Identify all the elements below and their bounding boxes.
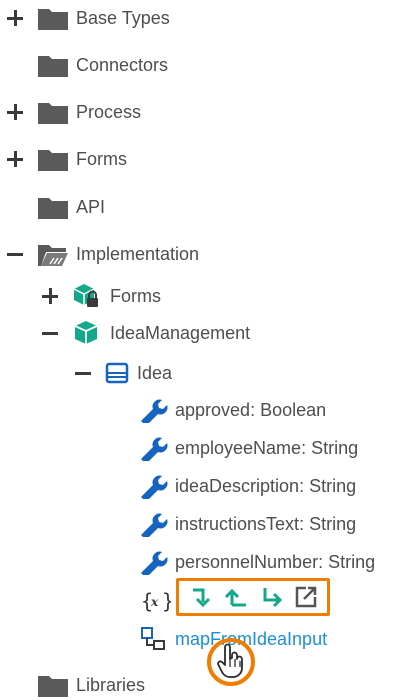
wrench-icon <box>141 551 168 575</box>
property-name: ideaDescription <box>175 475 300 496</box>
folder-icon <box>38 9 68 30</box>
node-action-toolbar <box>176 578 330 616</box>
tree-node-label: Base Types <box>76 7 170 28</box>
folder-icon <box>38 150 68 171</box>
open-external-button[interactable] <box>293 584 319 610</box>
tree-node-label: Connectors <box>76 54 169 75</box>
folder-icon <box>38 103 68 124</box>
mapping-icon <box>141 627 165 650</box>
tree-node-impl-forms[interactable]: Forms <box>72 281 161 311</box>
svg-text:}: } <box>162 589 171 613</box>
tree-node-base-types[interactable]: Base Types <box>38 3 170 33</box>
locked-package-icon <box>73 284 98 307</box>
move-into-button[interactable] <box>258 584 284 610</box>
property-name: employeeName <box>175 437 302 458</box>
data-type-icon <box>105 362 129 384</box>
property-name: personnelNumber <box>175 551 319 572</box>
tree-node-idea[interactable]: Idea <box>105 358 172 388</box>
tree-node-implementation[interactable]: Implementation <box>38 239 199 269</box>
property-name: instructionsText <box>175 513 300 534</box>
tree-node-label: Idea <box>137 362 173 383</box>
property-name: approved <box>175 399 251 420</box>
open-external-icon <box>295 586 316 608</box>
collapse-idea-management-icon[interactable] <box>42 325 58 341</box>
tree-node-label: Forms <box>110 285 161 306</box>
property-type: : String <box>299 475 357 496</box>
property-type: : Boolean <box>250 399 327 420</box>
property-type: : String <box>318 551 376 572</box>
move-down-button[interactable] <box>188 584 214 610</box>
folder-icon <box>38 56 68 77</box>
property-employee-name[interactable]: employeeName: String <box>139 433 358 463</box>
wrench-icon <box>141 475 168 499</box>
folder-icon <box>38 198 68 219</box>
tree-node-label: IdeaManagement <box>110 322 251 343</box>
open-folder-icon <box>38 245 68 266</box>
collapse-idea-icon[interactable] <box>75 365 91 381</box>
tree-node-forms[interactable]: Forms <box>38 144 127 174</box>
tree-node-label: Implementation <box>76 243 200 264</box>
collapse-implementation-icon[interactable] <box>7 246 23 262</box>
tree-node-libraries[interactable]: Libraries <box>38 670 145 700</box>
package-icon <box>74 321 98 344</box>
property-approved[interactable]: approved: Boolean <box>139 395 326 425</box>
property-idea-description[interactable]: ideaDescription: String <box>139 471 356 501</box>
expand-forms-icon[interactable] <box>7 151 23 167</box>
arrow-up-icon <box>224 588 246 607</box>
wrench-icon <box>141 513 168 537</box>
property-instructions-text[interactable]: instructionsText: String <box>139 509 356 539</box>
tree-node-label: API <box>76 196 106 217</box>
tree-node-connectors[interactable]: Connectors <box>38 50 168 80</box>
variable-icon[interactable]: { } x <box>141 587 171 615</box>
tree-node-api[interactable]: API <box>38 192 105 222</box>
wrench-icon <box>141 437 168 461</box>
tree-node-label: Forms <box>76 148 127 169</box>
hand-cursor-icon <box>217 643 243 678</box>
tree-node-label: Process <box>76 101 142 122</box>
tree-node-label: Libraries <box>76 674 146 695</box>
arrow-down-right-icon <box>192 588 210 608</box>
property-type: : String <box>299 513 357 534</box>
arrow-right-down-icon <box>263 588 282 608</box>
move-up-button[interactable] <box>223 584 249 610</box>
mapping-label: mapFromIdeaInput <box>175 628 328 649</box>
wrench-icon <box>141 399 168 423</box>
tree-node-process[interactable]: Process <box>38 97 141 127</box>
expand-impl-forms-icon[interactable] <box>42 288 58 304</box>
folder-icon <box>38 676 68 697</box>
property-type: : String <box>301 437 359 458</box>
svg-text:x: x <box>150 595 159 609</box>
tree-node-idea-management[interactable]: IdeaManagement <box>72 318 250 348</box>
expand-base-types-icon[interactable] <box>7 10 23 26</box>
expand-process-icon[interactable] <box>7 104 23 120</box>
property-personnel-number[interactable]: personnelNumber: String <box>139 547 375 577</box>
